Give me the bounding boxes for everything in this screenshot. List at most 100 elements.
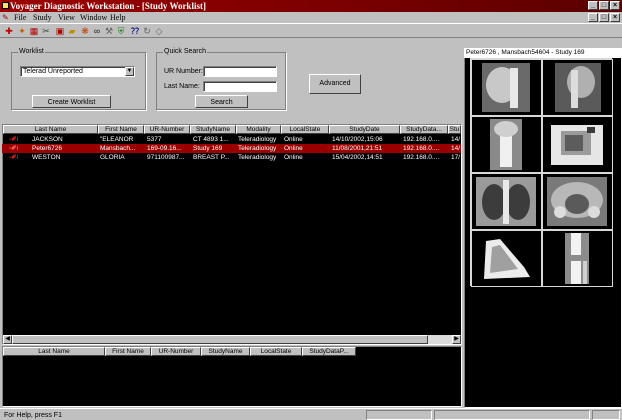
scrollbar-thumb[interactable] bbox=[12, 335, 428, 344]
cell-ur-number: 169-09.16... bbox=[147, 145, 182, 152]
scroll-right-icon[interactable]: ▶ bbox=[452, 335, 461, 344]
calendar-icon[interactable]: ▣ bbox=[55, 26, 65, 36]
menu-file[interactable]: File bbox=[14, 12, 26, 23]
cell-study-data: 192.168.0.... bbox=[403, 154, 440, 161]
mdi-doc-icon[interactable]: ✎ bbox=[2, 12, 9, 23]
cell-stu: 14/ bbox=[451, 145, 461, 152]
cell-study-name: Study 169 bbox=[193, 145, 223, 152]
menu-help[interactable]: Help bbox=[110, 12, 126, 23]
bottom-header-last-name[interactable]: Last Name bbox=[3, 347, 105, 356]
cell-local-state: Online bbox=[284, 145, 303, 152]
column-header-first-name[interactable]: First Name bbox=[98, 125, 144, 134]
cell-study-date: 14/10/2002,15:06 bbox=[332, 136, 383, 143]
cell-modality: Teleradiology bbox=[238, 154, 277, 161]
cell-last-name: Peter6726 bbox=[32, 145, 62, 152]
column-header-study-name[interactable]: StudyName bbox=[190, 125, 236, 134]
cell-local-state: Online bbox=[284, 136, 303, 143]
shield-icon[interactable]: ⛨ bbox=[116, 26, 126, 36]
cell-first-name: Mansbach... bbox=[100, 145, 136, 152]
table-row[interactable]: -✐/ WESTON GLORIA 971100987... BREAST P.… bbox=[2, 153, 461, 162]
wand-icon[interactable]: ✦ bbox=[17, 26, 27, 36]
cell-last-name: JACKSON bbox=[32, 136, 63, 143]
menu-study[interactable]: Study bbox=[33, 12, 52, 23]
thumbnail-hand-pa[interactable] bbox=[542, 116, 613, 173]
thumbnail-cervical-spine-oblique[interactable] bbox=[542, 59, 613, 116]
thumbnail-knee-ap[interactable] bbox=[542, 230, 613, 287]
stethoscope-icon[interactable]: ✚ bbox=[4, 26, 14, 36]
cell-study-name: CT 4893 1... bbox=[193, 136, 229, 143]
thumbnail-pelvis-ap[interactable] bbox=[542, 173, 613, 230]
bottom-header-ur-number[interactable]: UR-Number bbox=[151, 347, 201, 356]
column-header-local-state[interactable]: LocalState bbox=[281, 125, 329, 134]
cell-last-name: WESTON bbox=[32, 154, 61, 161]
scroll-left-icon[interactable]: ◀ bbox=[3, 335, 12, 344]
cell-study-date: 15/04/2002,14:51 bbox=[332, 154, 383, 161]
chevron-down-icon[interactable]: ▼ bbox=[125, 67, 134, 76]
last-name-input[interactable] bbox=[203, 81, 277, 92]
folder-open-icon[interactable]: ▰ bbox=[67, 26, 77, 36]
mdi-minimize-button[interactable]: _ bbox=[588, 13, 598, 22]
cut-icon[interactable]: ✂ bbox=[41, 26, 51, 36]
mdi-close-button[interactable]: × bbox=[610, 13, 620, 22]
grid-icon[interactable]: ▦ bbox=[29, 26, 39, 36]
study-status-icon: -✐/ bbox=[9, 145, 19, 152]
bottom-header-study-name[interactable]: StudyName bbox=[201, 347, 250, 356]
refresh-icon[interactable]: ↻ bbox=[142, 26, 152, 36]
column-header-ur-number[interactable]: UR-Number bbox=[144, 125, 190, 134]
thumbnail-cervical-spine-lateral[interactable] bbox=[471, 59, 542, 116]
binoculars-icon[interactable]: ∞ bbox=[92, 26, 102, 36]
help-pointer-icon[interactable]: ⁇ bbox=[130, 26, 140, 36]
cell-ur-number: 5377 bbox=[147, 136, 162, 143]
column-header-modality[interactable]: Modality bbox=[236, 125, 281, 134]
table-row[interactable]: -✐/ JACKSON "ELEANOR 5377 CT 4893 1... T… bbox=[2, 135, 461, 144]
app-icon[interactable] bbox=[2, 2, 9, 9]
tools-icon[interactable]: ⚒ bbox=[104, 26, 114, 36]
mdi-restore-button[interactable]: □ bbox=[599, 13, 609, 22]
create-worklist-button[interactable]: Create Worklist bbox=[32, 95, 111, 108]
bottom-header-local-state[interactable]: LocalState bbox=[250, 347, 302, 356]
thumbnail-foot-lateral[interactable] bbox=[471, 230, 542, 287]
thumbnail-grid bbox=[470, 58, 613, 287]
column-header-study-data[interactable]: StudyData... bbox=[400, 125, 448, 134]
cell-first-name: "ELEANOR bbox=[100, 136, 134, 143]
cell-study-date: 11/08/2001,21:51 bbox=[332, 145, 383, 152]
bottom-header-study-data[interactable]: StudyDataP... bbox=[302, 347, 356, 356]
network-icon[interactable]: ❋ bbox=[80, 26, 90, 36]
cell-modality: Teleradiology bbox=[238, 145, 277, 152]
status-pane-1 bbox=[366, 410, 432, 420]
thumbnail-cervical-spine-ap[interactable] bbox=[471, 116, 542, 173]
worklist-select-value: Telerad Unreported bbox=[23, 68, 83, 75]
menu-view[interactable]: View bbox=[58, 12, 75, 23]
close-button[interactable]: × bbox=[610, 1, 620, 10]
cell-first-name: GLORIA bbox=[100, 154, 125, 161]
ur-number-input[interactable] bbox=[203, 66, 277, 77]
last-name-label: Last Name: bbox=[164, 83, 200, 90]
eraser-icon[interactable]: ◇ bbox=[154, 26, 164, 36]
window-title: Voyager Diagnostic Workstation - [Study … bbox=[10, 1, 206, 11]
horizontal-scrollbar[interactable]: ◀ ▶ bbox=[3, 335, 461, 344]
column-header-study-date[interactable]: StudyDate bbox=[329, 125, 400, 134]
study-status-icon: -✐/ bbox=[9, 136, 19, 143]
thumbnail-header: Peter6726 , Mansbach54604 - Study 169 bbox=[464, 48, 622, 58]
column-header-last-name[interactable]: Last Name bbox=[3, 125, 98, 134]
search-button[interactable]: Search bbox=[195, 95, 248, 108]
cell-modality: Teleradiology bbox=[238, 136, 277, 143]
status-bar: For Help, press F1 bbox=[0, 408, 622, 420]
cell-study-data: 192.168.0.... bbox=[403, 136, 440, 143]
maximize-button[interactable]: □ bbox=[599, 1, 609, 10]
ur-number-label: UR Number: bbox=[164, 68, 203, 75]
menu-bar: ✎ File Study View Window Help bbox=[0, 12, 622, 23]
worklist-select[interactable]: Telerad Unreported ▼ bbox=[20, 66, 135, 77]
quick-search-group: Quick Search UR Number: Last Name: Searc… bbox=[156, 48, 286, 110]
status-pane-3 bbox=[592, 410, 620, 420]
column-header-stu[interactable]: Stu bbox=[448, 125, 461, 134]
advanced-button[interactable]: Advanced bbox=[309, 74, 361, 94]
minimize-button[interactable]: _ bbox=[588, 1, 598, 10]
menu-window[interactable]: Window bbox=[80, 12, 107, 23]
table-row-selected[interactable]: -✐/ Peter6726 Mansbach... 169-09.16... S… bbox=[2, 144, 461, 153]
thumbnail-chest-pa[interactable] bbox=[471, 173, 542, 230]
cell-stu: 14/ bbox=[451, 136, 461, 143]
quick-search-group-label: Quick Search bbox=[163, 48, 208, 56]
bottom-header-first-name[interactable]: First Name bbox=[105, 347, 151, 356]
status-text: For Help, press F1 bbox=[4, 412, 62, 419]
